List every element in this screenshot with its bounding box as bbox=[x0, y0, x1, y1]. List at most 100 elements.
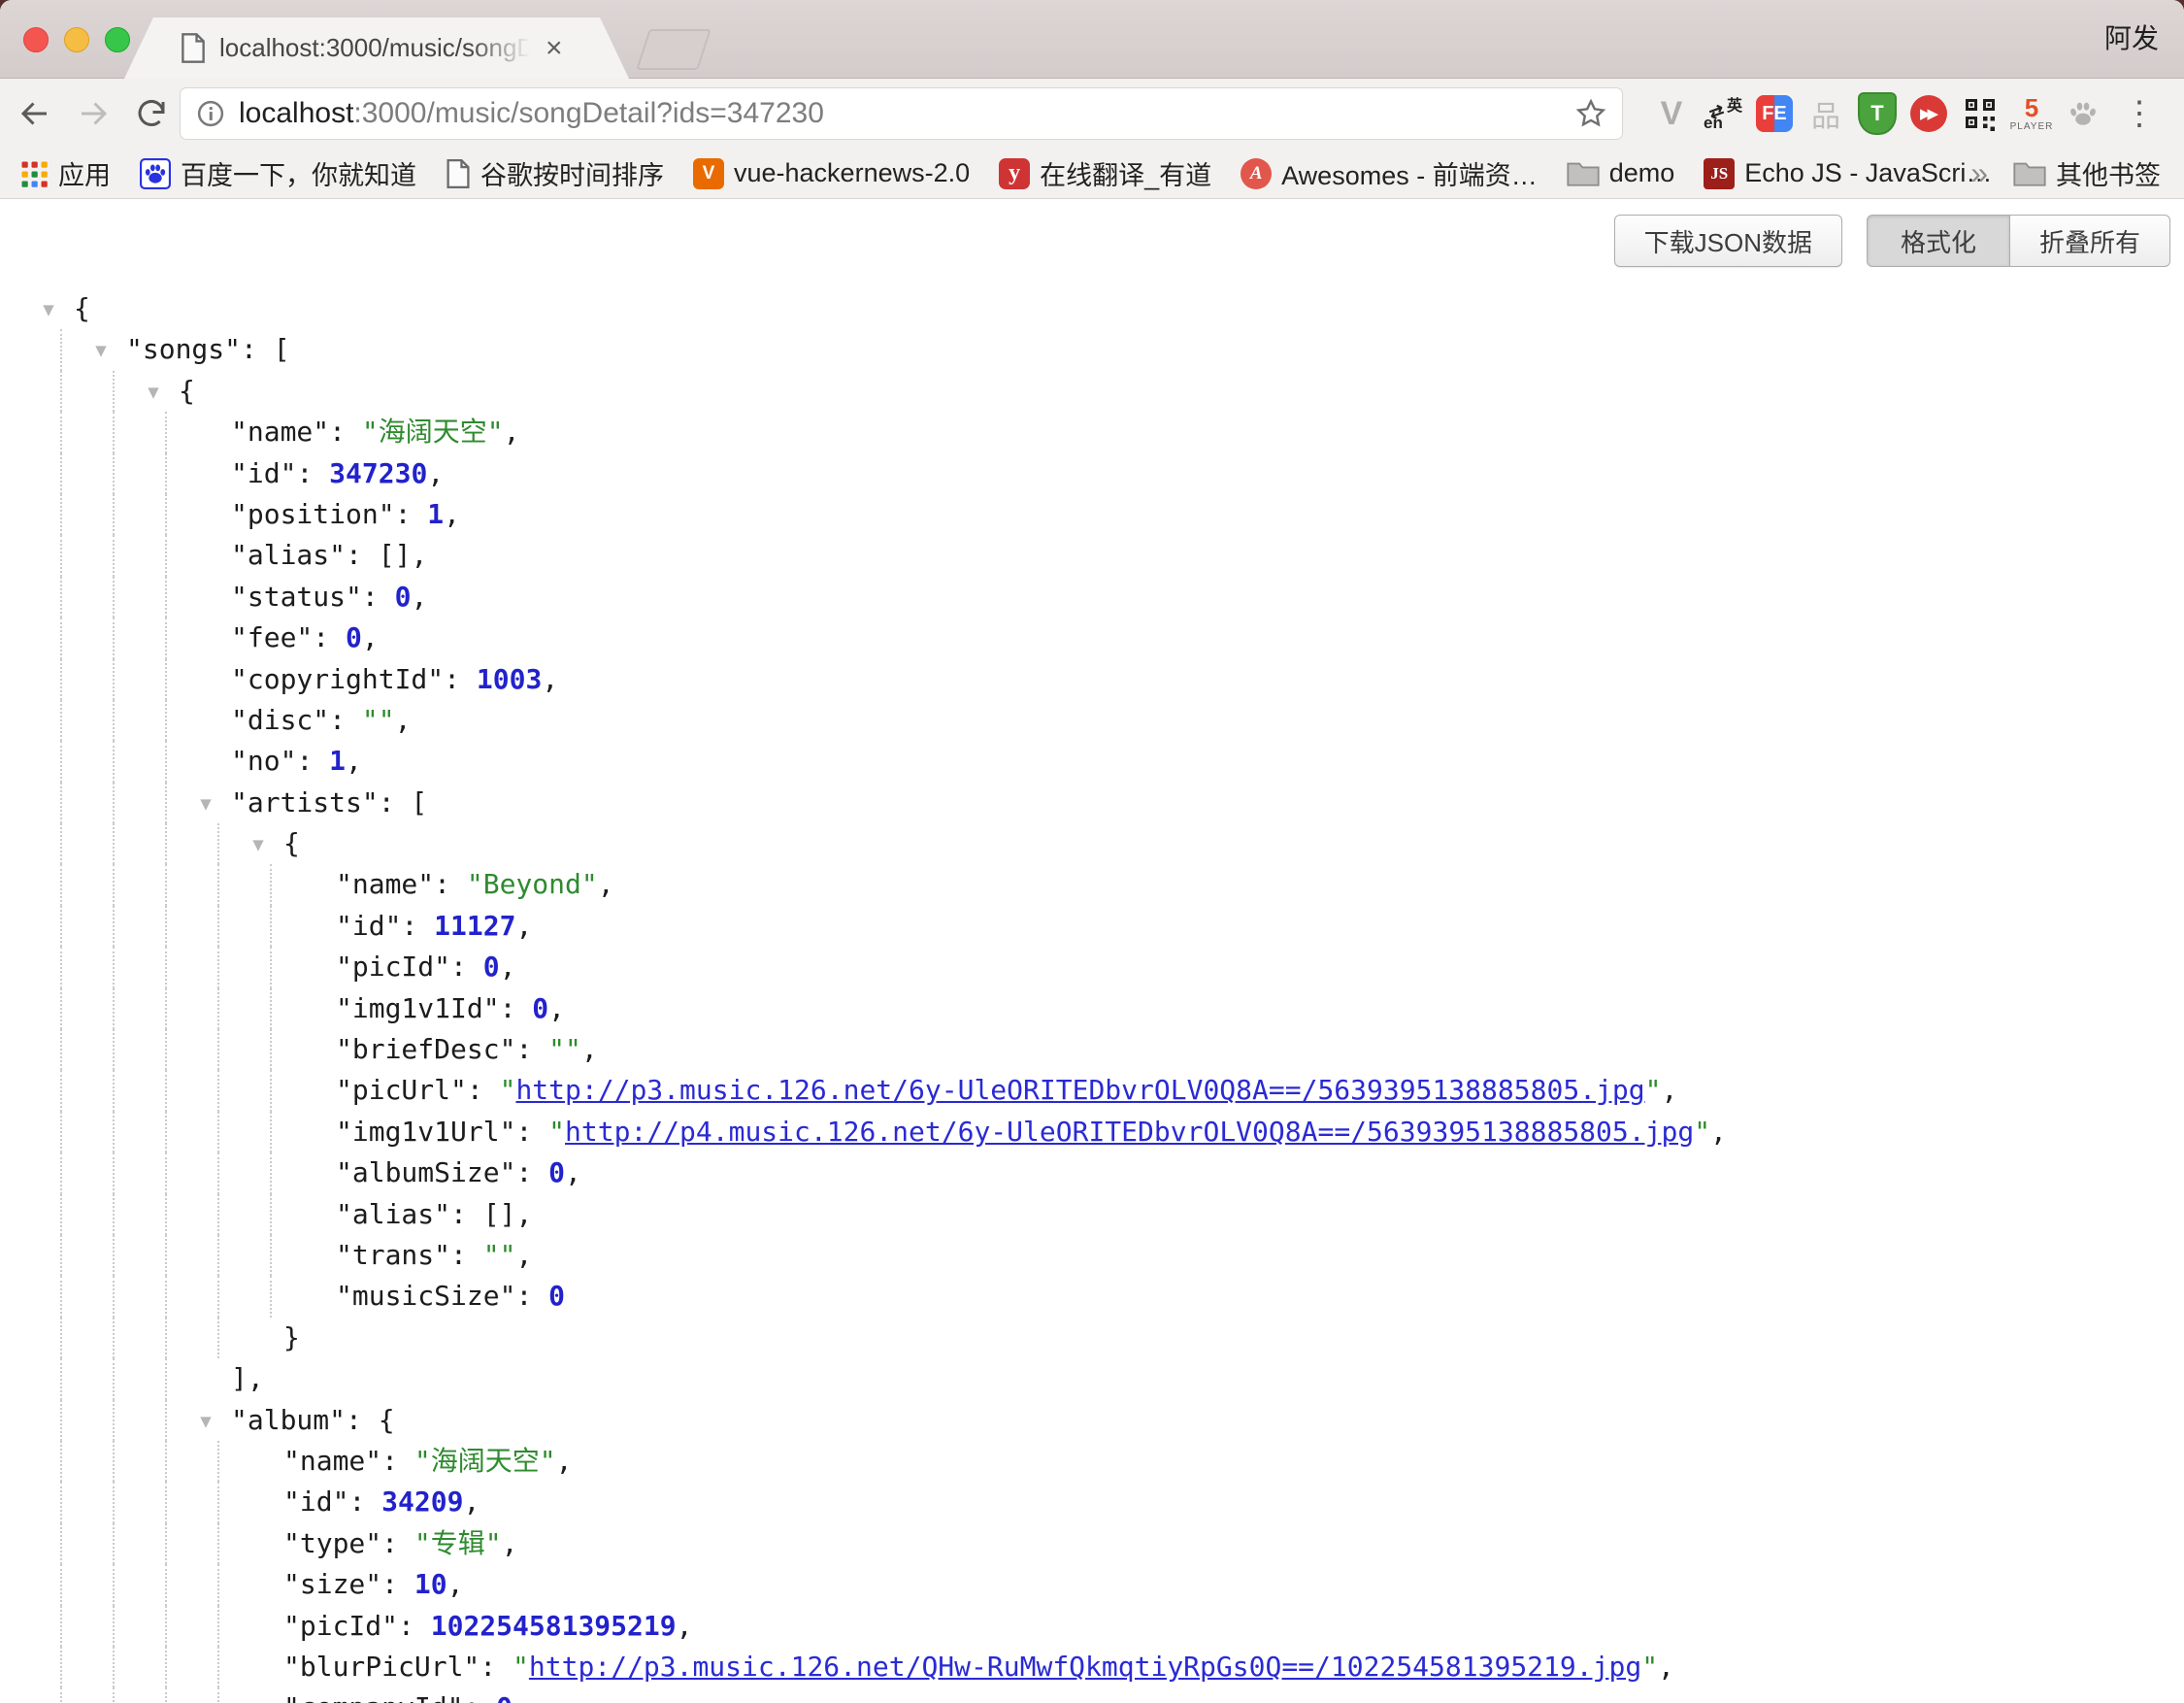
json-line-content: "position": 1, bbox=[0, 494, 460, 535]
translate-icon[interactable]: en英⇄ bbox=[1704, 92, 1742, 135]
json-key: "status" bbox=[231, 581, 362, 613]
paw-icon[interactable] bbox=[2064, 92, 2102, 135]
indent-guide bbox=[60, 864, 62, 905]
indent-guide bbox=[217, 1482, 219, 1522]
bookmark-item[interactable]: AAwesomes - 前端资… bbox=[1241, 154, 1538, 192]
other-bookmarks-folder[interactable]: 其他书签 bbox=[2013, 154, 2161, 192]
json-key: "id" bbox=[231, 457, 296, 489]
tampermonkey-icon[interactable]: T bbox=[1858, 92, 1897, 135]
json-line-content: "blurPicUrl": "http://p3.music.126.net/Q… bbox=[0, 1647, 1674, 1687]
indent-guide bbox=[270, 988, 272, 1029]
json-line: "status": 0, bbox=[0, 577, 2184, 618]
bookmark-star-icon[interactable] bbox=[1575, 98, 1606, 129]
json-link[interactable]: http://p3.music.126.net/QHw-RuMwfQkmqtiy… bbox=[529, 1651, 1641, 1683]
json-punctuation: : bbox=[381, 1445, 414, 1477]
indent-guide bbox=[60, 1358, 62, 1399]
sitemap-icon[interactable]: 品 bbox=[1806, 92, 1845, 135]
bookmark-item[interactable]: JSEcho JS - JavaScri… bbox=[1704, 158, 1992, 189]
json-tree: ▼{▼"songs": [▼{"name": "海阔天空","id": 3472… bbox=[0, 288, 2184, 1703]
url-path: :3000/music/songDetail?ids=347230 bbox=[353, 97, 824, 129]
bookmark-item[interactable]: 谷歌按时间排序 bbox=[446, 154, 664, 192]
indent-guide bbox=[165, 988, 167, 1029]
forward-button[interactable] bbox=[70, 90, 116, 137]
json-line-content: "name": "Beyond", bbox=[0, 864, 614, 905]
indent-guide bbox=[60, 783, 62, 823]
minimize-window-button[interactable] bbox=[64, 27, 89, 52]
json-punctuation: : [ bbox=[241, 333, 290, 365]
browser-tab[interactable]: localhost:3000/music/songDet × bbox=[124, 17, 629, 79]
json-key: "picUrl" bbox=[336, 1074, 467, 1106]
collapse-arrow-icon[interactable]: ▼ bbox=[190, 784, 221, 824]
collapse-arrow-icon[interactable]: ▼ bbox=[138, 372, 169, 413]
fe-icon[interactable]: FE bbox=[1755, 92, 1794, 135]
bookmark-item[interactable]: Vvue-hackernews-2.0 bbox=[693, 158, 970, 189]
json-punctuation: , bbox=[565, 1156, 581, 1188]
collapse-arrow-icon[interactable]: ▼ bbox=[243, 824, 274, 865]
collapse-arrow-icon[interactable]: ▼ bbox=[190, 1401, 221, 1442]
json-punctuation: : bbox=[296, 745, 329, 777]
collapse-arrow-icon[interactable]: ▼ bbox=[33, 289, 64, 330]
indent-guide bbox=[113, 823, 115, 864]
json-line: "briefDesc": "", bbox=[0, 1029, 2184, 1070]
zoom-window-button[interactable] bbox=[105, 27, 130, 52]
indent-guide bbox=[165, 823, 167, 864]
reload-button[interactable] bbox=[128, 90, 175, 137]
url-text[interactable]: localhost:3000/music/songDetail?ids=3472… bbox=[239, 97, 1575, 130]
page-info-icon[interactable] bbox=[196, 99, 225, 128]
json-line-content: "img1v1Id": 0, bbox=[0, 988, 565, 1029]
profile-name[interactable]: 阿发 bbox=[2104, 0, 2159, 78]
qrcode-icon[interactable] bbox=[1961, 92, 2000, 135]
json-link[interactable]: http://p3.music.126.net/6y-UleORITEDbvrO… bbox=[515, 1074, 1644, 1106]
json-punctuation: : bbox=[480, 1651, 513, 1683]
json-punctuation: : bbox=[515, 1033, 548, 1065]
json-punctuation: : bbox=[313, 621, 346, 653]
json-line-content: "type": "专辑", bbox=[0, 1523, 517, 1564]
collapse-all-button[interactable]: 折叠所有 bbox=[2010, 215, 2170, 267]
bookmark-item[interactable]: demo bbox=[1567, 158, 1675, 188]
awesomes-icon: A bbox=[1241, 158, 1272, 189]
json-key: "songs" bbox=[126, 333, 241, 365]
browser-menu-icon[interactable]: ⋮ bbox=[2120, 90, 2159, 137]
json-string-value: "" bbox=[483, 1239, 516, 1271]
indent-guide bbox=[113, 371, 115, 412]
json-line: ▼"album": { bbox=[0, 1400, 2184, 1441]
json-number-value: 0 bbox=[496, 1691, 513, 1703]
indent-guide bbox=[113, 1606, 115, 1647]
url-host: localhost bbox=[239, 97, 353, 129]
collapse-arrow-icon[interactable]: ▼ bbox=[85, 330, 116, 371]
json-key: "name" bbox=[336, 868, 434, 900]
back-button[interactable] bbox=[12, 90, 58, 137]
close-window-button[interactable] bbox=[23, 27, 49, 52]
html5-player-icon[interactable]: 5PLAYER bbox=[2012, 92, 2051, 135]
json-number-value: 34209 bbox=[381, 1486, 463, 1518]
vue-devtools-icon[interactable]: V bbox=[1652, 92, 1691, 135]
bookmark-item[interactable]: 百度一下，你就知道 bbox=[140, 154, 416, 192]
json-link[interactable]: http://p4.music.126.net/6y-UleORITEDbvrO… bbox=[565, 1116, 1694, 1148]
address-bar[interactable]: localhost:3000/music/songDetail?ids=3472… bbox=[180, 87, 1623, 140]
json-line: "img1v1Url": "http://p4.music.126.net/6y… bbox=[0, 1112, 2184, 1152]
json-punctuation: : bbox=[450, 951, 483, 983]
json-key: "name" bbox=[231, 416, 329, 448]
indent-guide bbox=[60, 700, 62, 741]
indent-guide bbox=[270, 1070, 272, 1111]
format-button[interactable]: 格式化 bbox=[1867, 215, 2010, 267]
youdao-icon: y bbox=[999, 158, 1030, 189]
bookmark-item[interactable]: 应用 bbox=[19, 154, 111, 192]
indent-guide bbox=[113, 1029, 115, 1070]
indent-guide bbox=[217, 864, 219, 905]
tab-close-icon[interactable]: × bbox=[546, 34, 563, 63]
json-key: "disc" bbox=[231, 704, 329, 736]
json-line: "id": 34209, bbox=[0, 1482, 2184, 1522]
indent-guide bbox=[217, 1029, 219, 1070]
json-number-value: 1 bbox=[427, 498, 444, 530]
indent-guide bbox=[113, 1523, 115, 1564]
bookmark-label: vue-hackernews-2.0 bbox=[734, 158, 970, 188]
json-line: ▼{ bbox=[0, 288, 2184, 329]
download-json-button[interactable]: 下载JSON数据 bbox=[1614, 215, 1842, 267]
indent-guide bbox=[217, 947, 219, 987]
new-tab-button[interactable] bbox=[636, 29, 711, 70]
bookmark-item[interactable]: y在线翻译_有道 bbox=[999, 154, 1211, 192]
bookmarks-overflow-icon[interactable]: » bbox=[1970, 155, 1988, 191]
json-line: "trans": "", bbox=[0, 1235, 2184, 1276]
fastforward-icon[interactable]: ▶▶ bbox=[1909, 92, 1948, 135]
